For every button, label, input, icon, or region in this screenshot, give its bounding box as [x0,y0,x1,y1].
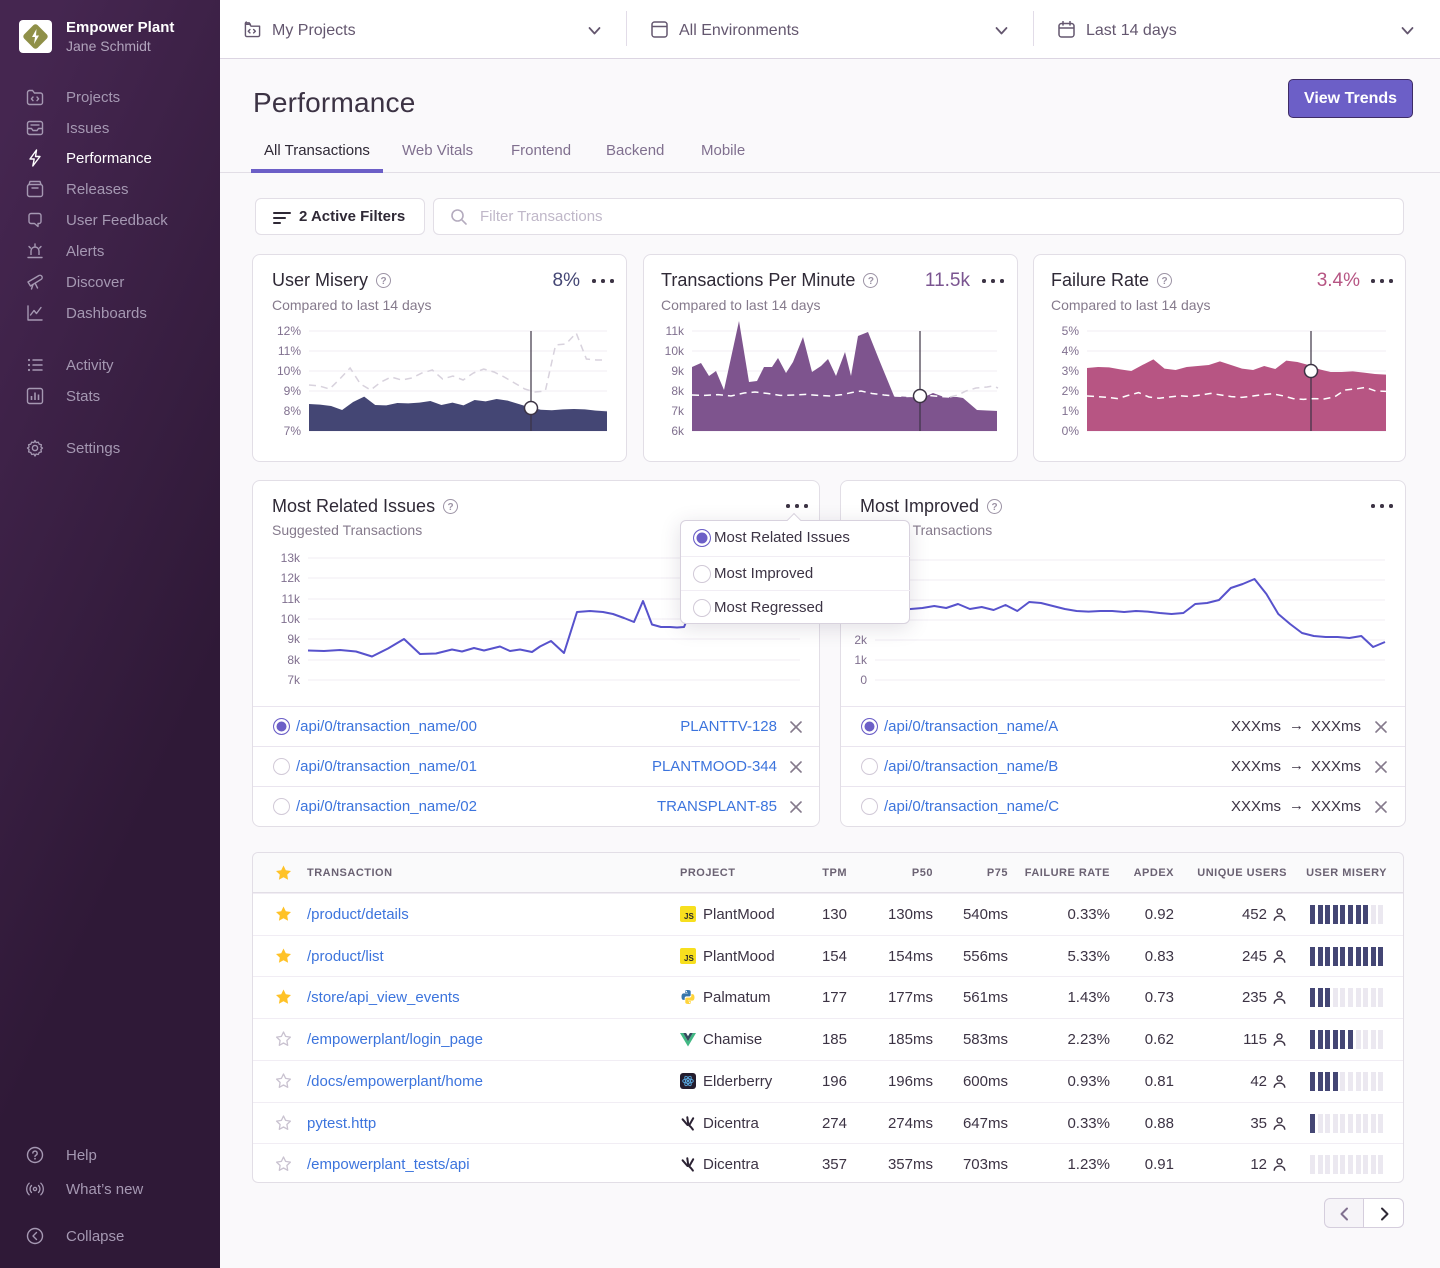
svg-text:2%: 2% [1062,384,1080,398]
svg-text:7k: 7k [671,404,685,418]
svg-text:0: 0 [860,673,867,687]
svg-text:10%: 10% [277,364,301,378]
svg-text:JS: JS [684,954,694,963]
svg-text:11k: 11k [666,324,685,338]
svg-text:0%: 0% [1062,424,1080,438]
svg-text:7k: 7k [287,673,301,687]
svg-text:8%: 8% [284,404,302,418]
svg-text:9%: 9% [284,384,302,398]
svg-text:3%: 3% [1062,364,1080,378]
svg-text:12k: 12k [281,571,301,585]
svg-text:1k: 1k [854,653,868,667]
svg-text:4%: 4% [1062,344,1080,358]
svg-text:13k: 13k [281,551,301,565]
svg-text:9k: 9k [671,364,685,378]
svg-text:9k: 9k [287,632,301,646]
svg-text:11k: 11k [282,592,301,606]
svg-text:11%: 11% [278,344,301,358]
svg-text:10k: 10k [281,612,301,626]
svg-text:6k: 6k [671,424,685,438]
svg-text:8k: 8k [671,384,685,398]
svg-text:1%: 1% [1062,404,1080,418]
svg-text:10k: 10k [665,344,685,358]
svg-text:12%: 12% [277,324,301,338]
svg-text:2k: 2k [854,633,868,647]
svg-text:JS: JS [684,912,694,921]
svg-text:5%: 5% [1062,324,1080,338]
svg-text:7%: 7% [284,424,302,438]
svg-text:8k: 8k [287,653,301,667]
